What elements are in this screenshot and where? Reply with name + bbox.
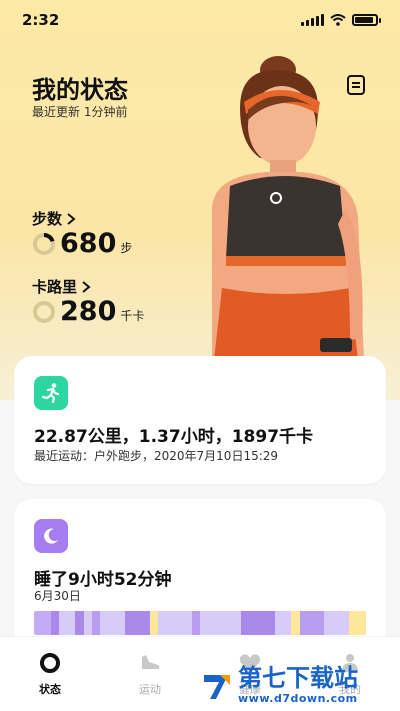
calories-value: 280 bbox=[60, 296, 117, 327]
tab-workout-label: 运动 bbox=[139, 683, 161, 696]
status-time: 2:32 bbox=[22, 11, 60, 29]
avatar-illustration bbox=[212, 56, 364, 360]
sleep-stage-bar bbox=[34, 611, 366, 635]
running-icon bbox=[34, 376, 68, 410]
calories-label: 卡路里 bbox=[32, 278, 78, 296]
sleep-segment bbox=[191, 611, 200, 635]
steps-metric[interactable]: 680 步 bbox=[32, 228, 132, 259]
watermark-url: www.d7down.com bbox=[238, 692, 358, 705]
steps-unit: 步 bbox=[120, 241, 133, 255]
steps-label-link[interactable]: 步数 bbox=[32, 208, 76, 229]
sleep-segment bbox=[324, 611, 350, 635]
steps-value: 680 bbox=[60, 228, 117, 259]
sleep-segment bbox=[150, 611, 159, 635]
status-bar: 2:32 bbox=[0, 0, 400, 40]
calories-metric[interactable]: 280 千卡 bbox=[32, 296, 144, 327]
sleep-segment bbox=[75, 611, 84, 635]
calories-progress-ring bbox=[33, 300, 55, 323]
tab-status[interactable]: 状态 bbox=[10, 651, 90, 697]
sleep-segment bbox=[199, 611, 242, 635]
shoe-icon bbox=[142, 655, 160, 669]
last-workout-text: 最近运动：户外跑步，2020年7月10日15:29 bbox=[34, 449, 279, 463]
battery-icon bbox=[352, 14, 381, 26]
sleep-segment bbox=[125, 611, 151, 635]
moon-icon bbox=[34, 519, 68, 553]
tab-status-label: 状态 bbox=[39, 683, 61, 696]
wifi-icon bbox=[330, 14, 346, 26]
status-icons bbox=[301, 14, 381, 26]
status-ring-icon bbox=[40, 653, 60, 673]
workout-card[interactable]: 22.87公里，1.37小时，1897千卡 最近运动：户外跑步，2020年7月1… bbox=[14, 356, 386, 484]
signal-icon bbox=[301, 14, 324, 26]
sleep-segment bbox=[92, 611, 101, 635]
sleep-segment bbox=[274, 611, 292, 635]
sleep-segment bbox=[34, 611, 51, 635]
sleep-segment bbox=[50, 611, 59, 635]
sleep-segment bbox=[241, 611, 275, 635]
sleep-segment bbox=[58, 611, 76, 635]
sleep-segment bbox=[349, 611, 366, 635]
sleep-segment bbox=[158, 611, 192, 635]
sleep-segment bbox=[299, 611, 325, 635]
steps-label: 步数 bbox=[32, 210, 63, 228]
steps-progress-ring bbox=[33, 232, 55, 255]
calories-label-link[interactable]: 卡路里 bbox=[32, 276, 91, 297]
watermark-logo-icon bbox=[204, 674, 230, 699]
watermark: 第七下载站 www.d7down.com bbox=[200, 660, 400, 711]
calories-unit: 千卡 bbox=[120, 309, 145, 323]
sleep-date: 6月30日 bbox=[34, 589, 81, 603]
tab-workout[interactable]: 运动 bbox=[110, 651, 190, 697]
sleep-segment bbox=[100, 611, 126, 635]
workout-summary: 22.87公里，1.37小时，1897千卡 bbox=[34, 427, 314, 447]
sleep-segment bbox=[291, 611, 300, 635]
last-updated-text: 最近更新 1分钟前 bbox=[32, 105, 128, 119]
chevron-right-icon bbox=[67, 212, 76, 225]
sleep-segment bbox=[83, 611, 93, 635]
page-title: 我的状态 bbox=[32, 76, 128, 104]
watermark-text: 第七下载站 bbox=[238, 664, 358, 692]
chevron-right-icon bbox=[82, 280, 91, 293]
